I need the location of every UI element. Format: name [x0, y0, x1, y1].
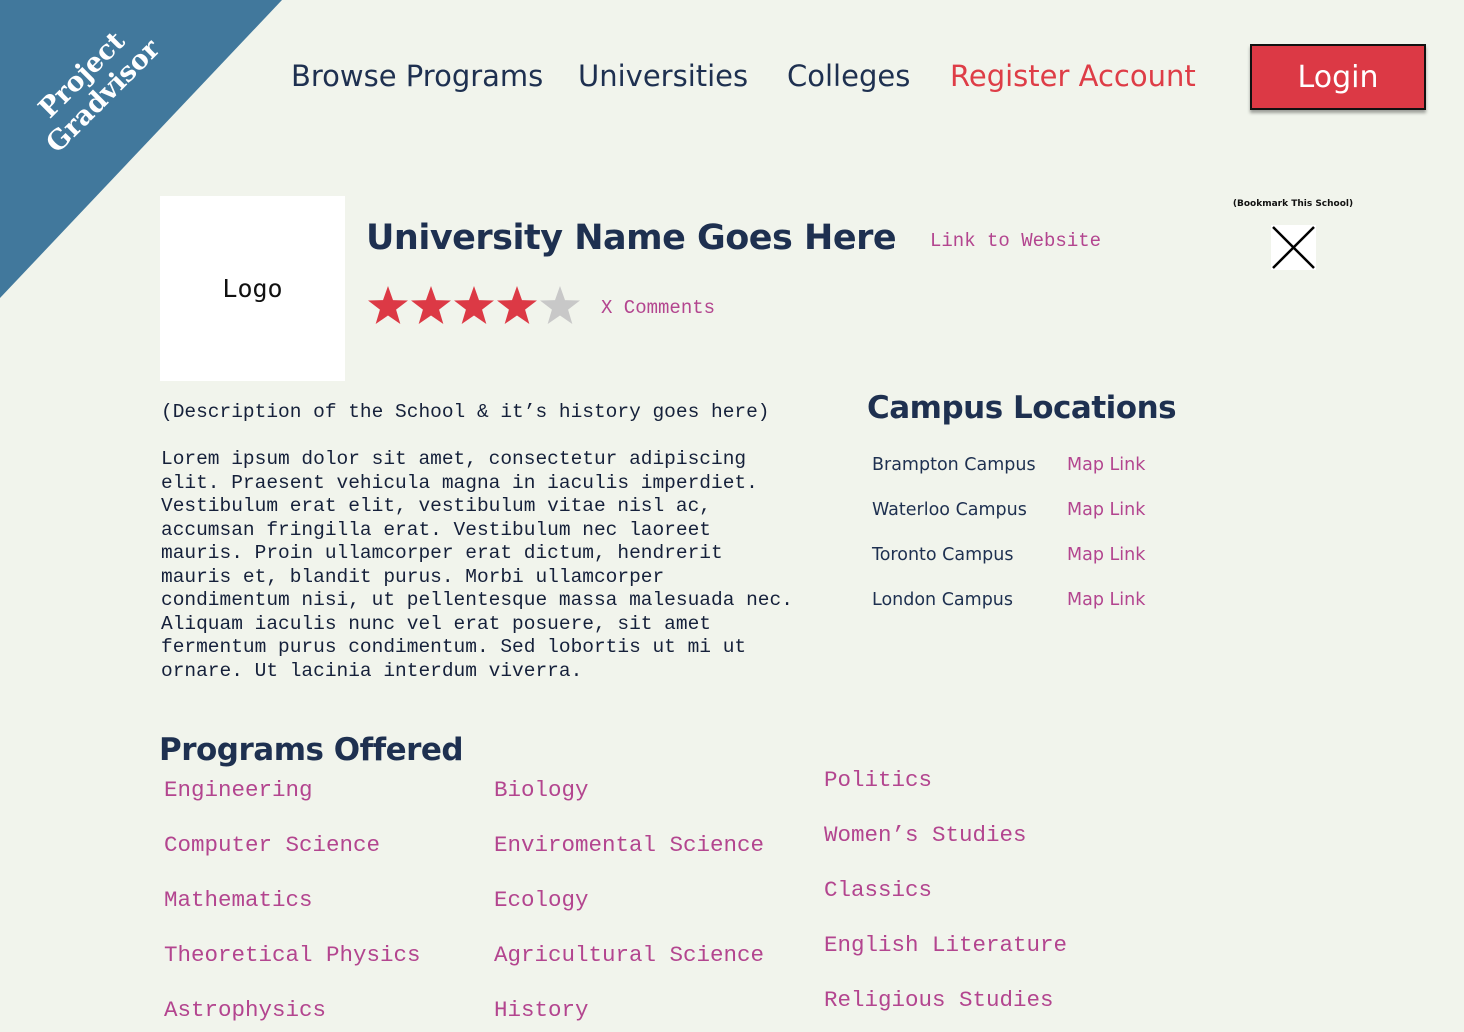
program-link[interactable]: Mathematics [164, 887, 313, 913]
map-link[interactable]: Map Link [1067, 455, 1145, 475]
program-link[interactable]: Engineering [164, 777, 313, 803]
star-empty-icon [538, 284, 582, 328]
close-x-icon [1272, 226, 1315, 269]
bookmark-button[interactable] [1271, 225, 1316, 270]
star-filled-icon [495, 284, 539, 328]
login-button[interactable]: Login [1250, 44, 1426, 110]
program-link[interactable]: Enviromental Science [494, 832, 764, 858]
program-link[interactable]: Religious Studies [824, 987, 1054, 1013]
program-link[interactable]: Classics [824, 877, 932, 903]
website-link[interactable]: Link to Website [930, 230, 1101, 252]
nav-browse-programs[interactable]: Browse Programs [291, 48, 543, 104]
star-filled-icon [366, 284, 410, 328]
campus-row: Waterloo Campus Map Link [872, 500, 1192, 526]
campus-name: Toronto Campus [872, 545, 1014, 565]
map-link[interactable]: Map Link [1067, 500, 1145, 520]
program-link[interactable]: English Literature [824, 932, 1067, 958]
program-link[interactable]: Politics [824, 767, 932, 793]
star-filled-icon [409, 284, 453, 328]
program-link[interactable]: Biology [494, 777, 589, 803]
comments-link[interactable]: X Comments [601, 297, 715, 319]
campus-row: Toronto Campus Map Link [872, 545, 1192, 571]
description-body: Lorem ipsum dolor sit amet, consectetur … [161, 448, 793, 682]
program-link[interactable]: Women’s Studies [824, 822, 1027, 848]
nav-colleges[interactable]: Colleges [787, 48, 910, 104]
campus-name: Brampton Campus [872, 455, 1036, 475]
program-link[interactable]: Computer Science [164, 832, 380, 858]
campus-locations-heading: Campus Locations [867, 390, 1177, 426]
logo-placeholder-text: Logo [222, 274, 283, 303]
campus-name: London Campus [872, 590, 1014, 610]
programs-offered-heading: Programs Offered [159, 732, 464, 768]
map-link[interactable]: Map Link [1067, 590, 1145, 610]
description-intro: (Description of the School & it’s histor… [161, 401, 770, 423]
star-filled-icon [452, 284, 496, 328]
program-link[interactable]: Theoretical Physics [164, 942, 421, 968]
school-logo: Logo [160, 196, 345, 381]
page-title: University Name Goes Here [366, 218, 897, 258]
campus-name: Waterloo Campus [872, 500, 1027, 520]
map-link[interactable]: Map Link [1067, 545, 1145, 565]
program-link[interactable]: History [494, 997, 589, 1023]
campus-row: London Campus Map Link [872, 590, 1192, 616]
program-link[interactable]: Ecology [494, 887, 589, 913]
nav-register-account[interactable]: Register Account [950, 48, 1196, 104]
program-link[interactable]: Astrophysics [164, 997, 326, 1023]
nav-universities[interactable]: Universities [578, 48, 748, 104]
program-link[interactable]: Agricultural Science [494, 942, 764, 968]
school-description: (Description of the School & it’s histor… [161, 401, 801, 683]
bookmark-label: (Bookmark This School) [1232, 199, 1354, 209]
campus-row: Brampton Campus Map Link [872, 455, 1192, 481]
